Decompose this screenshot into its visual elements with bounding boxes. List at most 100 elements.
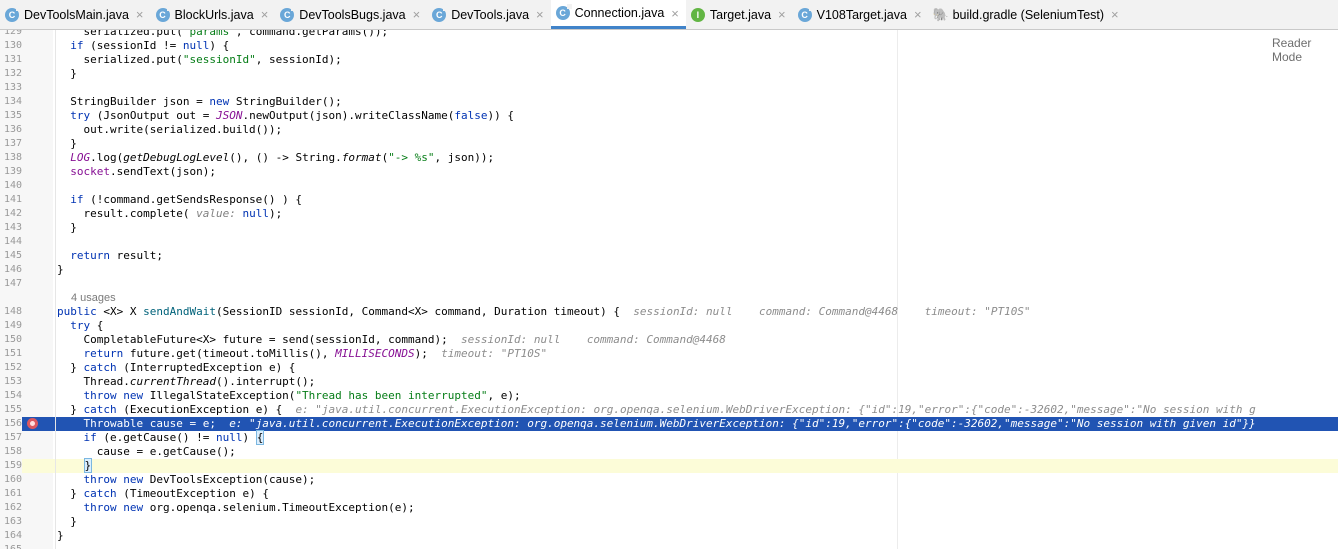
code-line[interactable]: 149 try { xyxy=(0,319,1338,333)
code-line[interactable]: 162 throw new org.openqa.selenium.Timeou… xyxy=(0,501,1338,515)
close-icon[interactable]: × xyxy=(261,7,269,22)
tab-build-gradle-seleniumtest[interactable]: 🐘 build.gradle (SeleniumTest) × xyxy=(929,0,1126,29)
code-text: } xyxy=(83,458,93,473)
code-line[interactable]: 156 Throwable cause = e; e: "java.util.c… xyxy=(0,417,1338,431)
tab-label: BlockUrls.java xyxy=(174,7,254,22)
line-number: 146 xyxy=(3,264,22,275)
code-text: } xyxy=(57,67,77,80)
close-icon[interactable]: × xyxy=(671,6,679,21)
gutter-guide xyxy=(55,389,56,403)
code-line[interactable]: 152 } catch (InterruptedException e) { xyxy=(0,361,1338,375)
code-line[interactable]: 154 throw new IllegalStateException("Thr… xyxy=(0,389,1338,403)
code-line[interactable]: 165 xyxy=(0,543,1338,549)
line-number: 143 xyxy=(3,222,22,233)
code-text: Thread.currentThread().interrupt(); xyxy=(57,375,316,388)
gutter-guide xyxy=(55,277,56,291)
code-text: LOG.log(getDebugLogLevel(), () -> String… xyxy=(70,151,495,164)
code-line[interactable]: 136 out.write(serialized.build()); xyxy=(0,123,1338,137)
code-text: serialized.put("params", command.getPara… xyxy=(57,30,389,38)
close-icon[interactable]: × xyxy=(136,7,144,22)
code-line[interactable]: 146} xyxy=(0,263,1338,277)
gutter-guide xyxy=(55,249,56,263)
line-number: 154 xyxy=(3,390,22,401)
gutter-guide xyxy=(55,431,56,445)
code-line[interactable]: 163 } xyxy=(0,515,1338,529)
code-line[interactable]: 132 } xyxy=(0,67,1338,81)
code-line[interactable]: 130 if (sessionId != null) { xyxy=(0,39,1338,53)
tab-v108target-java[interactable]: C V108Target.java × xyxy=(793,0,929,29)
code-line[interactable]: 143 } xyxy=(0,221,1338,235)
gutter-guide xyxy=(55,179,56,193)
line-number: 138 xyxy=(3,152,22,163)
code-text: } catch (ExecutionException e) { e: "jav… xyxy=(57,403,1256,416)
breakpoint-icon[interactable] xyxy=(27,418,38,429)
line-number: 162 xyxy=(3,502,22,513)
code-line[interactable]: 142 result.complete( value: null); xyxy=(0,207,1338,221)
line-number: 136 xyxy=(3,124,22,135)
close-icon[interactable]: × xyxy=(536,7,544,22)
code-text: StringBuilder json = new StringBuilder()… xyxy=(57,95,342,108)
line-number: 164 xyxy=(3,530,22,541)
usages-label[interactable]: 4 usages xyxy=(71,291,116,305)
line-number: 133 xyxy=(3,82,22,93)
tab-label: Target.java xyxy=(709,7,772,22)
line-number: 156 xyxy=(0,417,22,431)
java-class-icon: C xyxy=(155,5,172,22)
close-icon[interactable]: × xyxy=(778,7,786,22)
code-line[interactable]: 137 } xyxy=(0,137,1338,151)
tab-devtoolsbugs-java[interactable]: C DevToolsBugs.java × xyxy=(275,0,427,29)
line-number: 157 xyxy=(3,432,22,443)
gutter-guide xyxy=(55,333,56,347)
tab-connection-java[interactable]: C Connection.java × xyxy=(550,0,686,29)
code-line[interactable]: 164} xyxy=(0,529,1338,543)
code-line[interactable]: 140 xyxy=(0,179,1338,193)
code-line[interactable]: 160 throw new DevToolsException(cause); xyxy=(0,473,1338,487)
code-line[interactable]: 133 xyxy=(0,81,1338,95)
code-line[interactable]: 158 cause = e.getCause(); xyxy=(0,445,1338,459)
code-line[interactable]: 134 StringBuilder json = new StringBuild… xyxy=(0,95,1338,109)
gutter-guide xyxy=(55,30,56,39)
line-number: 142 xyxy=(3,208,22,219)
gutter-guide xyxy=(55,543,56,549)
code-line[interactable]: 150 CompletableFuture<X> future = send(s… xyxy=(0,333,1338,347)
code-line[interactable]: 144 xyxy=(0,235,1338,249)
code-line[interactable]: 129 serialized.put("params", command.get… xyxy=(0,30,1338,39)
code-line[interactable]: 148 public <X> X sendAndWait(SessionID se… xyxy=(0,305,1338,319)
gutter-guide xyxy=(55,403,56,417)
gutter-guide xyxy=(55,39,56,53)
tab-devtools-java[interactable]: C DevTools.java × xyxy=(427,0,550,29)
gutter-guide xyxy=(55,53,56,67)
code-text: } xyxy=(57,137,77,150)
code-line[interactable]: 145 return result; xyxy=(0,249,1338,263)
usages-hint[interactable]: 4 usages xyxy=(0,291,1338,305)
code-line[interactable]: 139 socket.sendText(json); xyxy=(0,165,1338,179)
code-line[interactable]: 147 xyxy=(0,277,1338,291)
tab-target-java[interactable]: I Target.java × xyxy=(686,0,793,29)
code-lines: 129 serialized.put("params", command.get… xyxy=(0,30,1338,549)
close-icon[interactable]: × xyxy=(413,7,421,22)
gutter-guide xyxy=(55,123,56,137)
code-editor[interactable]: 129 serialized.put("params", command.get… xyxy=(0,30,1338,549)
code-line[interactable]: 138 LOG.log(getDebugLogLevel(), () -> St… xyxy=(0,151,1338,165)
code-line[interactable]: 161 } catch (TimeoutException e) { xyxy=(0,487,1338,501)
code-line[interactable]: 141 if (!command.getSendsResponse() ) { xyxy=(0,193,1338,207)
tab-devtoolsmain-java[interactable]: C DevToolsMain.java × xyxy=(0,0,151,29)
tab-blockurls-java[interactable]: C BlockUrls.java × xyxy=(151,0,276,29)
code-line[interactable]: 131 serialized.put("sessionId", sessionI… xyxy=(0,53,1338,67)
code-line[interactable]: 155 } catch (ExecutionException e) { e: … xyxy=(0,403,1338,417)
line-number: 140 xyxy=(3,180,22,191)
tab-label: DevToolsMain.java xyxy=(24,7,129,22)
line-number: 148 xyxy=(3,306,22,317)
code-line[interactable]: 151 return future.get(timeout.toMillis()… xyxy=(0,347,1338,361)
gutter-guide xyxy=(55,473,56,487)
code-line[interactable]: 135 try (JsonOutput out = JSON.newOutput… xyxy=(0,109,1338,123)
close-icon[interactable]: × xyxy=(914,7,922,22)
code-line[interactable]: 159 } xyxy=(0,458,1338,473)
close-icon[interactable]: × xyxy=(1111,7,1119,22)
code-line[interactable]: 157 if (e.getCause() != null) { xyxy=(0,430,1338,445)
code-text: } catch (TimeoutException e) { xyxy=(57,487,269,500)
code-text: if (e.getCause() != null) { xyxy=(83,430,265,445)
code-line[interactable]: 153 Thread.currentThread().interrupt(); xyxy=(0,375,1338,389)
reader-mode-toggle[interactable]: Reader Mode xyxy=(1272,36,1338,64)
code-text: result.complete( value: null); xyxy=(57,207,283,220)
